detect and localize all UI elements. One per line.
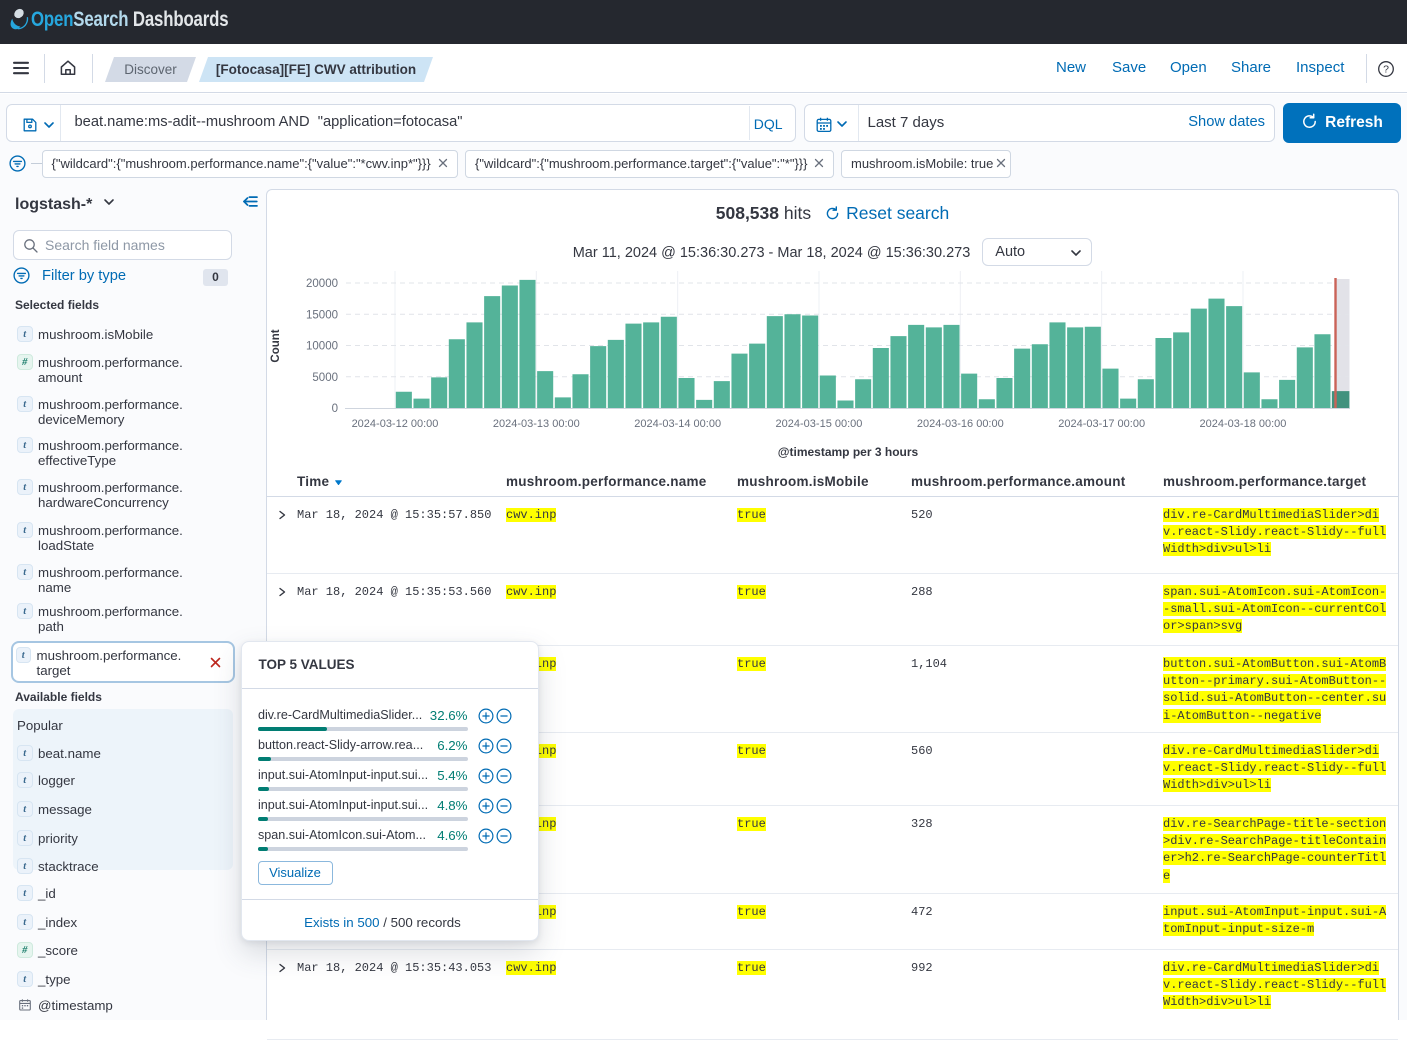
svg-text:20000: 20000 (306, 278, 338, 290)
svg-text:@timestamp per 3 hours: @timestamp per 3 hours (778, 445, 919, 459)
svg-text:2024-03-16 00:00: 2024-03-16 00:00 (917, 418, 1004, 430)
svg-text:2024-03-17 00:00: 2024-03-17 00:00 (1058, 418, 1145, 430)
svg-text:0: 0 (332, 403, 338, 415)
svg-text:5000: 5000 (312, 372, 338, 384)
svg-text:Count: Count (270, 329, 282, 362)
svg-text:10000: 10000 (306, 341, 338, 353)
svg-text:2024-03-18 00:00: 2024-03-18 00:00 (1200, 418, 1287, 430)
svg-text:?: ? (1383, 64, 1389, 76)
svg-text:2024-03-15 00:00: 2024-03-15 00:00 (776, 418, 863, 430)
svg-text:2024-03-12 00:00: 2024-03-12 00:00 (352, 418, 439, 430)
svg-text:2024-03-13 00:00: 2024-03-13 00:00 (493, 418, 580, 430)
svg-text:2024-03-14 00:00: 2024-03-14 00:00 (634, 418, 721, 430)
svg-text:15000: 15000 (306, 309, 338, 321)
